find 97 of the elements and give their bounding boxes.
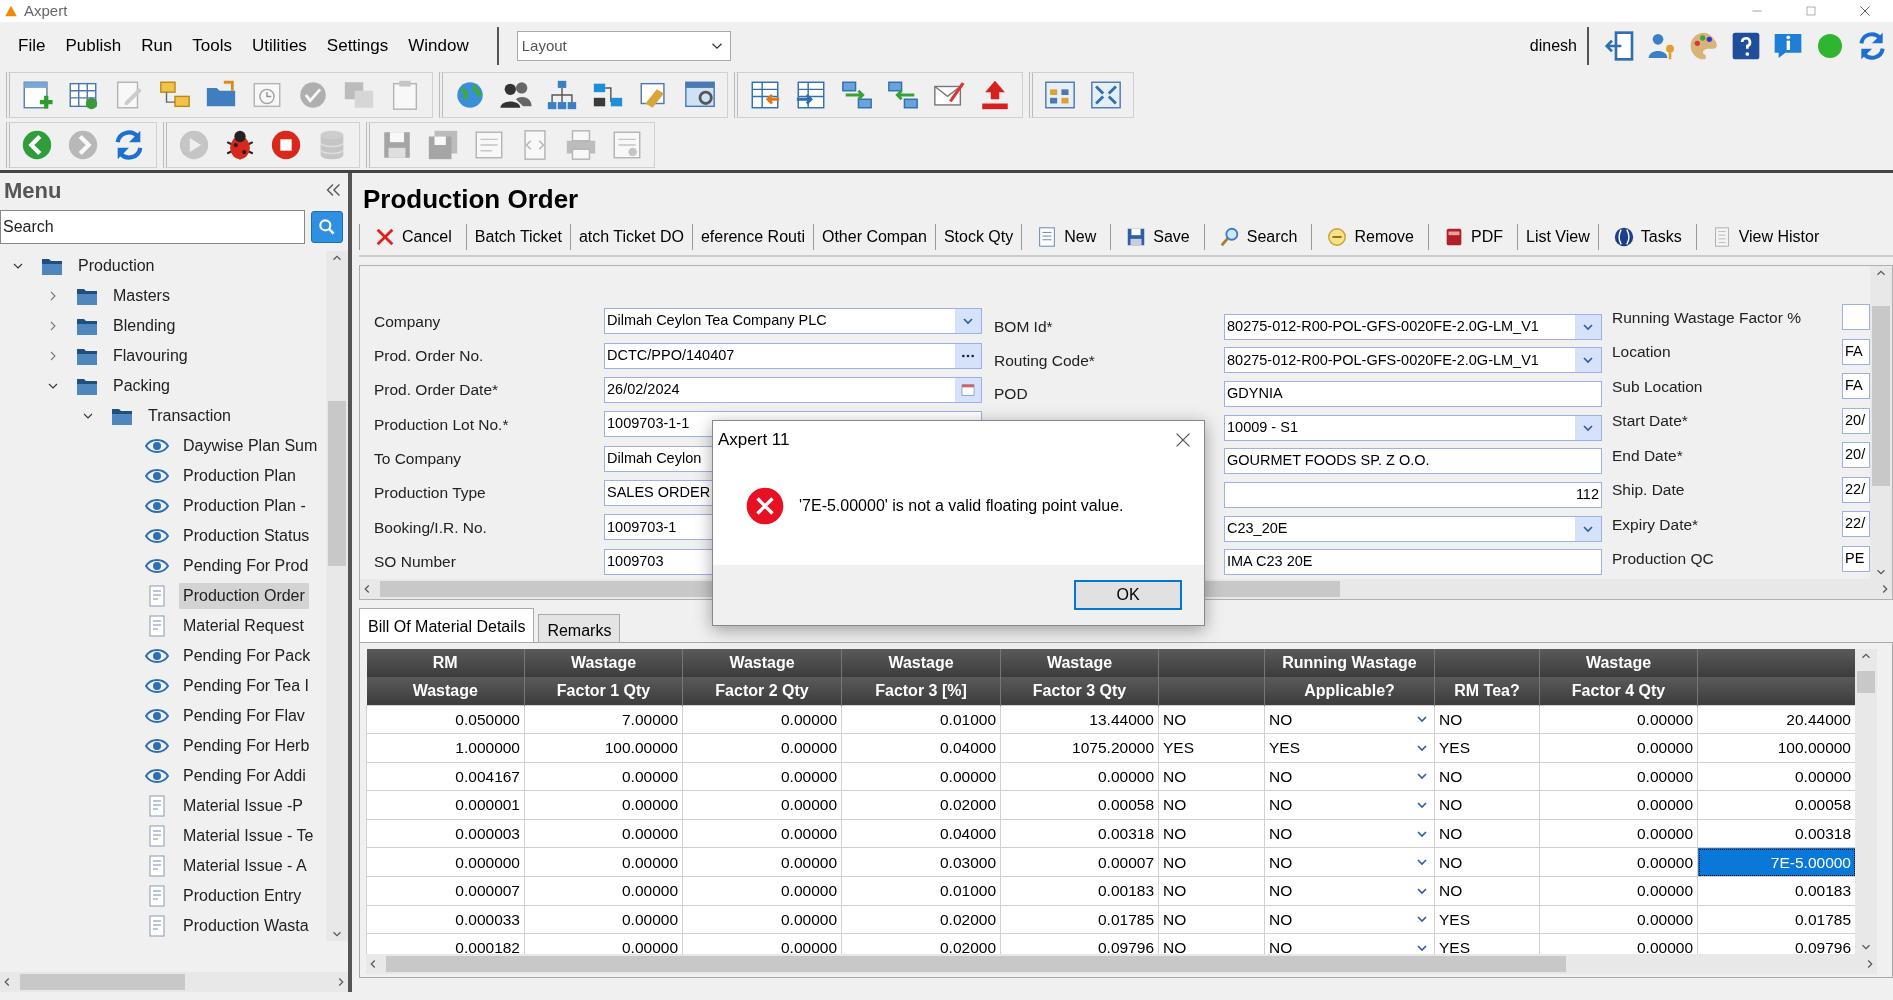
table-cell: 0.00000 xyxy=(524,819,683,848)
table-cell: 0.00000 xyxy=(524,847,683,877)
table-cell: NO xyxy=(1434,705,1540,734)
table-cell: 0.00000 xyxy=(1539,790,1698,820)
table-cell: 0.00000 xyxy=(1539,847,1698,877)
field-label: Prod. Order No. xyxy=(374,345,485,366)
field-label: Expiry Date* xyxy=(1612,514,1700,535)
table-cell: NO xyxy=(1434,876,1540,906)
field-label: Prod. Order Date* xyxy=(374,380,500,401)
table-cell: 0.000001 xyxy=(366,790,525,820)
sidebar-title: Menu xyxy=(4,176,62,205)
table-cell: 0.004167 xyxy=(366,762,525,791)
table-cell: NO xyxy=(1434,790,1540,820)
table-cell: 0.01000 xyxy=(841,876,1001,906)
table-cell: 0.050000 xyxy=(366,705,525,734)
table-cell: 7.00000 xyxy=(524,705,683,734)
table-cell: NO xyxy=(1434,847,1540,877)
table-cell: 0.00000 xyxy=(682,847,842,877)
field-label: Booking/I.R. No. xyxy=(374,517,488,538)
table-cell: 0.04000 xyxy=(841,733,1001,763)
field-label: Production Type xyxy=(374,483,487,504)
table-cell: NO xyxy=(1158,790,1265,820)
field-label: Production QC xyxy=(1612,549,1715,570)
table-cell: 0.02000 xyxy=(841,790,1001,820)
field-label: Start Date* xyxy=(1612,411,1689,432)
table-cell: 0.01785 xyxy=(1697,905,1855,934)
field-label: Ship. Date xyxy=(1612,480,1686,501)
table-cell: 0.00000 xyxy=(682,876,842,906)
table-cell: 0.00000 xyxy=(1539,905,1698,934)
table-cell: 100.00000 xyxy=(524,733,683,763)
table-cell: 0.00000 xyxy=(841,762,1001,791)
table-cell: 13.44000 xyxy=(1000,705,1159,734)
field-label: Production Lot No.* xyxy=(374,414,510,435)
table-cell: 0.00000 xyxy=(1000,762,1159,791)
table-cell: NO xyxy=(1158,905,1265,934)
table-cell: YES xyxy=(1158,733,1265,763)
table-cell: 0.00000 xyxy=(1539,733,1698,763)
field-label: Sub Location xyxy=(1612,376,1704,397)
table-cell: 0.00000 xyxy=(1697,762,1855,791)
dialog-message: '7E-5.00000' is not a valid floating point value. xyxy=(799,496,1124,516)
table-cell: NO xyxy=(1158,876,1265,906)
table-cell: 0.000182 xyxy=(366,933,525,954)
table-cell: 0.00000 xyxy=(682,790,842,820)
table-cell: 0.000000 xyxy=(366,847,525,877)
table-cell: 0.00183 xyxy=(1697,876,1855,906)
field-label: POD xyxy=(994,384,1029,405)
table-cell: 7E-5.00000 xyxy=(1697,847,1855,877)
table-cell: 0.00000 xyxy=(524,876,683,906)
table-cell: 0.00007 xyxy=(1000,847,1159,877)
table-cell: 0.00000 xyxy=(1539,705,1698,734)
table-cell: 0.00000 xyxy=(524,790,683,820)
table-cell: 0.00318 xyxy=(1000,819,1159,848)
table-cell: 0.00058 xyxy=(1000,790,1159,820)
table-cell: 0.02000 xyxy=(841,905,1001,934)
field-label: Routing Code* xyxy=(994,350,1096,371)
table-cell: NO xyxy=(1158,819,1265,848)
table-cell: 0.000033 xyxy=(366,905,525,934)
field-label: Location xyxy=(1612,342,1672,363)
field-label: To Company xyxy=(374,449,462,470)
table-cell: YES xyxy=(1434,905,1540,934)
table-cell: YES xyxy=(1434,733,1540,763)
table-cell: 0.00000 xyxy=(682,733,842,763)
table-cell: 0.00183 xyxy=(1000,876,1159,906)
field-label: End Date* xyxy=(1612,445,1684,466)
table-cell: 0.03000 xyxy=(841,847,1001,877)
table-cell: NO xyxy=(1158,847,1265,877)
table-cell: NO xyxy=(1158,705,1265,734)
table-cell: 1.000000 xyxy=(366,733,525,763)
table-cell: 100.00000 xyxy=(1697,733,1855,763)
table-cell: 0.00000 xyxy=(1539,762,1698,791)
table-cell: 0.00000 xyxy=(682,705,842,734)
table-cell: 0.00000 xyxy=(1539,819,1698,848)
table-cell: 0.00000 xyxy=(524,905,683,934)
table-cell: 0.00000 xyxy=(1539,876,1698,906)
field-label: Company xyxy=(374,311,442,332)
table-cell: 0.00318 xyxy=(1697,819,1855,848)
table-cell: NO xyxy=(1158,762,1265,791)
table-cell: 20.44000 xyxy=(1697,705,1855,734)
table-cell: NO xyxy=(1434,819,1540,848)
table-cell: 0.00000 xyxy=(682,762,842,791)
table-cell: 0.00058 xyxy=(1697,790,1855,820)
table-cell: 0.000003 xyxy=(366,819,525,848)
field-label: SO Number xyxy=(374,552,457,573)
table-cell: 0.00000 xyxy=(682,905,842,934)
table-cell: NO xyxy=(1434,762,1540,791)
table-cell: 0.000007 xyxy=(366,876,525,906)
table-cell: 0.00000 xyxy=(524,762,683,791)
table-cell: 0.04000 xyxy=(841,819,1001,848)
window-title: Axpert xyxy=(24,0,68,21)
field-label: BOM Id* xyxy=(994,317,1054,338)
table-cell: 0.01000 xyxy=(841,705,1001,734)
user-name: dinesh xyxy=(1529,36,1577,56)
table-cell: 1075.20000 xyxy=(1000,733,1159,763)
page-title: Production Order xyxy=(362,183,580,216)
field-label: Running Wastage Factor % xyxy=(1612,307,1802,328)
table-cell: 0.01785 xyxy=(1000,905,1159,934)
table-cell: 0.00000 xyxy=(682,819,842,848)
